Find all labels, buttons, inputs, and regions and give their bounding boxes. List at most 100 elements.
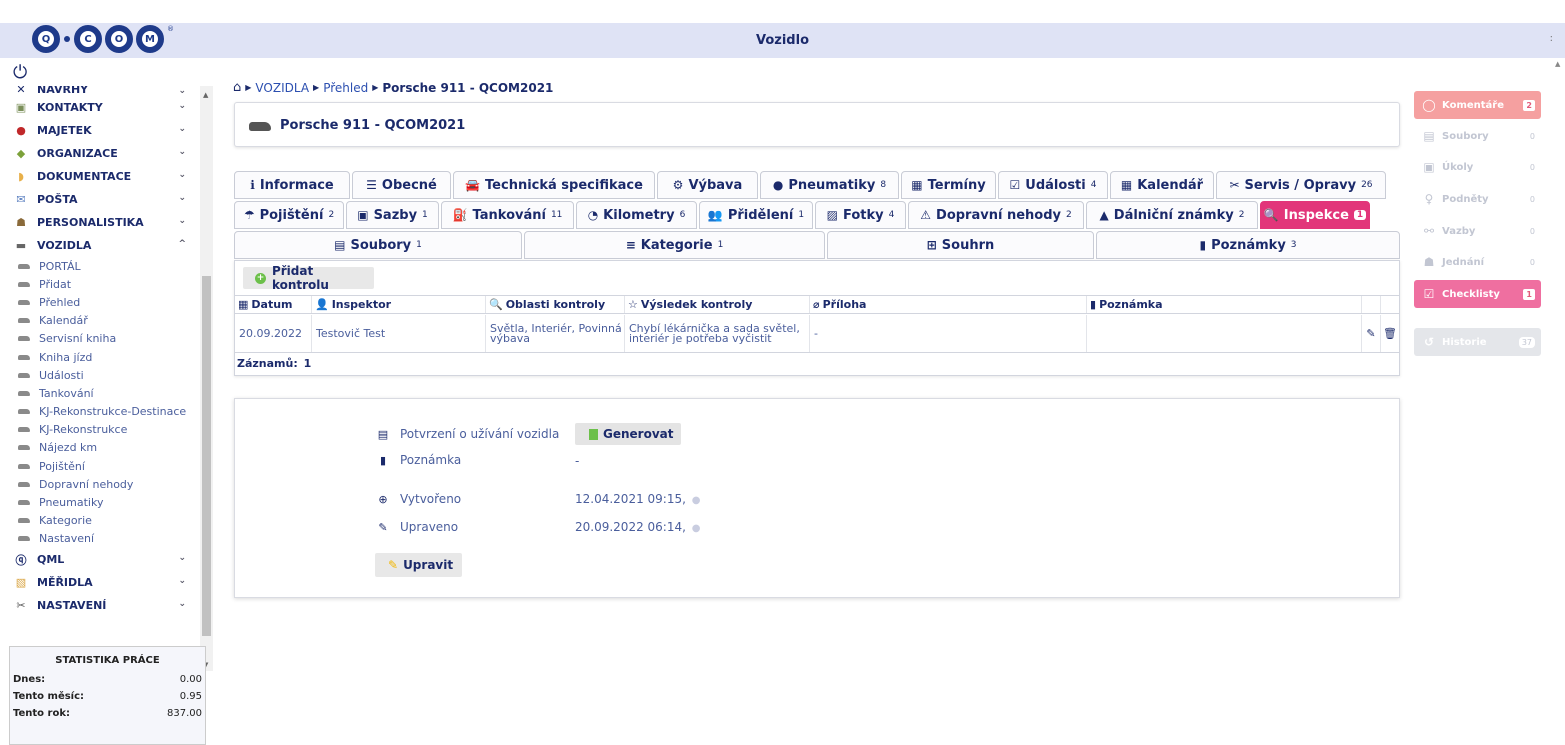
sidebar-subitem-nastaveni[interactable]: Nastavení: [0, 530, 200, 548]
widget-checklisty[interactable]: ☑ Checklisty 1: [1414, 280, 1541, 308]
tab-pneumatiky[interactable]: ● Pneumatiky 8: [760, 171, 899, 199]
widget-historie[interactable]: ↺ Historie 37: [1414, 328, 1541, 356]
calendar-check-icon: ☑: [1009, 178, 1021, 192]
widget-soubory[interactable]: ▤ Soubory 0: [1414, 122, 1541, 150]
sidebar-subitem-pneumatiky[interactable]: Pneumatiky: [0, 493, 200, 511]
tab-poznamky[interactable]: ▮ Poznámky 3: [1096, 231, 1400, 259]
generate-button[interactable]: Generovat: [575, 423, 681, 445]
created-row: ⊕ Vytvořeno: [377, 492, 461, 506]
tab-obecne[interactable]: ☰ Obecné: [352, 171, 451, 199]
sidebar-subitem-label: Nastavení: [39, 532, 95, 546]
tab-informace[interactable]: ℹ Informace: [234, 171, 350, 199]
sidebar-subitem-pojisteni[interactable]: Pojištění: [0, 457, 200, 475]
table-row[interactable]: 20.09.2022 Testovič Test Světla, Interié…: [235, 315, 1399, 353]
sidebar-item-dokumentace[interactable]: ◗ DOKUMENTACE ⌄: [0, 165, 200, 188]
column-header-vysledek[interactable]: ☆ Výsledek kontroly: [625, 296, 810, 313]
scroll-up-icon[interactable]: ▲: [1555, 60, 1560, 68]
image-icon: ▨: [826, 208, 838, 222]
tab-soubory[interactable]: ▤ Soubory 1: [234, 231, 522, 259]
car-icon: [18, 445, 30, 451]
column-header-inspektor[interactable]: 👤 Inspektor: [312, 296, 486, 313]
grid-icon: ⊞: [926, 238, 937, 252]
sidebar-subitem-tankovani[interactable]: Tankování: [0, 384, 200, 402]
tab-servis-opravy[interactable]: ✂ Servis / Opravy 26: [1216, 171, 1386, 199]
organization-icon: ◆: [16, 147, 26, 160]
breadcrumb-prehled[interactable]: Přehled: [323, 81, 368, 95]
tab-tankovani[interactable]: ⛽ Tankování 11: [441, 201, 574, 229]
sidebar-subitem-servisni-kniha[interactable]: Servisní kniha: [0, 330, 200, 348]
add-inspection-button[interactable]: + Přidat kontrolu: [243, 264, 374, 292]
sidebar-subitem-kategorie[interactable]: Kategorie: [0, 512, 200, 530]
sidebar-item-kontakty[interactable]: ▣ KONTAKTY ⌄: [0, 96, 200, 119]
sidebar-subitem-kj-rekonstrukce[interactable]: KJ-Rekonstrukce: [0, 421, 200, 439]
sidebar-subitem-pridat[interactable]: Přidat: [0, 275, 200, 293]
sidebar-item-vozidla[interactable]: ▬ VOZIDLA ^: [0, 234, 200, 257]
sidebar-item-navrhy[interactable]: ✕ NÁVRHY ⌄: [0, 86, 200, 96]
tab-fotky[interactable]: ▨ Fotky 4: [815, 201, 906, 229]
tab-souhrn[interactable]: ⊞ Souhrn: [827, 231, 1094, 259]
tab-kilometry[interactable]: ◔ Kilometry 6: [576, 201, 697, 229]
tab-count: 1: [416, 240, 422, 250]
widget-jednani[interactable]: ☗ Jednání 0: [1414, 248, 1541, 276]
tab-sazby[interactable]: ▣ Sazby 1: [346, 201, 439, 229]
tab-inspekce[interactable]: 🔍 Inspekce 1: [1260, 201, 1370, 229]
sidebar-scroll-thumb[interactable]: [202, 276, 211, 636]
sidebar-subitem-udalosti[interactable]: Události: [0, 366, 200, 384]
sidebar-item-nastaveni[interactable]: ✂ NASTAVENÍ ⌄: [0, 594, 200, 617]
meeting-icon: ☗: [1423, 255, 1435, 269]
column-header-oblasti[interactable]: 🔍 Oblasti kontroly: [486, 296, 625, 313]
sidebar-subitem-prehled[interactable]: Přehled: [0, 293, 200, 311]
cell-datum: 20.09.2022: [235, 315, 312, 352]
tab-terminy[interactable]: ▦ Termíny: [901, 171, 996, 199]
column-header-datum[interactable]: ▦ Datum: [235, 296, 312, 313]
power-icon[interactable]: ⏻: [13, 62, 27, 83]
sidebar-item-majetek[interactable]: ● MAJETEK ⌄: [0, 119, 200, 142]
widget-komentare[interactable]: ◯ Komentáře 2: [1414, 91, 1541, 119]
tab-label: Kalendář: [1137, 177, 1204, 193]
sidebar-item-qml[interactable]: ⓠ QML ⌄: [0, 548, 200, 571]
tab-kategorie[interactable]: ≡ Kategorie 1: [524, 231, 825, 259]
tab-vybava[interactable]: ⚙ Výbava: [657, 171, 758, 199]
tab-dalnicni-znamky[interactable]: ▲ Dálniční známky 2: [1086, 201, 1258, 229]
user-icon: 👤: [315, 298, 329, 311]
sidebar-item-personalistika[interactable]: ☗ PERSONALISTIKA ⌄: [0, 211, 200, 234]
sidebar-scrollbar[interactable]: ▲ ▼: [200, 86, 213, 671]
breadcrumb-vozidla[interactable]: VOZIDLA: [255, 81, 309, 95]
sidebar-item-organizace[interactable]: ◆ ORGANIZACE ⌄: [0, 142, 200, 165]
trash-icon[interactable]: 🗑: [1381, 315, 1399, 352]
scroll-up-icon[interactable]: ▲: [203, 91, 208, 99]
tab-dopravni-nehody[interactable]: ⚠ Dopravní nehody 2: [908, 201, 1084, 229]
column-header-priloha[interactable]: ⌀ Příloha: [810, 296, 1087, 313]
tab-kalendar[interactable]: ▦ Kalendář: [1110, 171, 1214, 199]
home-icon[interactable]: ⌂: [233, 80, 241, 95]
widget-count: 0: [1529, 226, 1535, 236]
kebab-menu-icon[interactable]: :: [1550, 33, 1553, 44]
cell-priloha: -: [810, 315, 1087, 352]
tasks-icon: ▣: [1423, 160, 1435, 174]
tab-prideleni[interactable]: 👥 Přidělení 1: [699, 201, 813, 229]
sidebar-subitem-najezd-km[interactable]: Nájezd km: [0, 439, 200, 457]
edit-button[interactable]: ✎ Upravit: [375, 553, 462, 577]
widget-podnety[interactable]: ♀ Podněty 0: [1414, 185, 1541, 213]
sidebar-subitem-kj-rekonstrukce-destinace[interactable]: KJ-Rekonstrukce-Destinace: [0, 403, 200, 421]
pencil-icon[interactable]: ✎: [1362, 315, 1381, 352]
tab-udalosti[interactable]: ☑ Události 4: [998, 171, 1108, 199]
tab-technicka-specifikace[interactable]: 🚘 Technická specifikace: [453, 171, 655, 199]
sidebar-subitem-dopravni-nehody[interactable]: Dopravní nehody: [0, 475, 200, 493]
plus-circle-icon: +: [255, 272, 266, 284]
sidebar-subitem-kniha-jizd[interactable]: Kniha jízd: [0, 348, 200, 366]
sidebar-subitem-kalendar[interactable]: Kalendář: [0, 312, 200, 330]
widget-vazby[interactable]: ⚯ Vazby 0: [1414, 217, 1541, 245]
sidebar-item-meridla[interactable]: ▧ MĚŘIDLA ⌄: [0, 571, 200, 594]
sidebar-item-label: KONTAKTY: [37, 101, 103, 114]
page-scrollbar[interactable]: ▲: [1553, 58, 1565, 720]
stat-value: 837.00: [167, 708, 202, 719]
sidebar-subitem-portal[interactable]: PORTÁL: [0, 257, 200, 275]
sidebar-subitem-label: Tankování: [39, 386, 94, 400]
widget-ukoly[interactable]: ▣ Úkoly 0: [1414, 153, 1541, 181]
sidebar-subitem-label: Nájezd km: [39, 441, 98, 455]
tab-pojisteni[interactable]: ☂ Pojištění 2: [234, 201, 344, 229]
column-header-poznamka[interactable]: ▮ Poznámka: [1087, 296, 1362, 313]
sidebar-item-posta[interactable]: ✉ POŠTA ⌄: [0, 188, 200, 211]
car-front-icon: 🚘: [465, 178, 481, 192]
